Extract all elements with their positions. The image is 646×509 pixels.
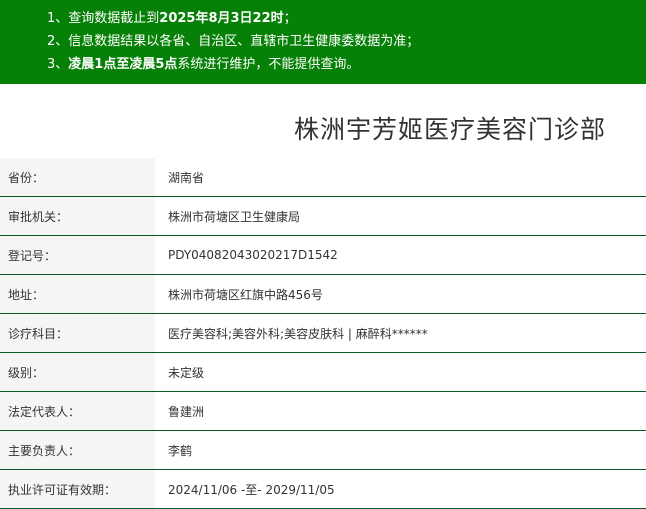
row-label: 审批机关： <box>0 196 155 236</box>
row-label: 地址： <box>0 274 155 314</box>
row-value: 株洲市荷塘区红旗中路456号 <box>155 274 646 314</box>
row-value: 湖南省 <box>155 158 646 197</box>
row-value: 未定级 <box>155 352 646 392</box>
notice-line-3-suffix: 系统进行维护，不能提供查询。 <box>177 57 360 72</box>
table-row-license-validity: 执业许可证有效期： 2024/11/06 -至- 2029/11/05 <box>0 469 646 509</box>
notice-line-1-prefix: 1、查询数据截止到 <box>47 11 160 26</box>
table-row-legal-representative: 法定代表人： 鲁建洲 <box>0 391 646 431</box>
row-value: PDY04082043020217D1542 <box>155 235 646 275</box>
table-row-principal: 主要负责人： 李鹤 <box>0 430 646 470</box>
row-value: 株洲市荷塘区卫生健康局 <box>155 196 646 236</box>
page-title: 株洲宇芳姬医疗美容门诊部 <box>293 115 606 144</box>
row-label: 主要负责人： <box>0 430 155 470</box>
row-label: 执业许可证有效期： <box>0 469 155 509</box>
table-row-province: 省份： 湖南省 <box>0 158 646 197</box>
table-row-departments: 诊疗科目： 医疗美容科;美容外科;美容皮肤科 | 麻醉科****** <box>0 313 646 353</box>
notice-line-3-prefix: 3、 <box>47 57 69 72</box>
notice-line-2: 2、信息数据结果以各省、自治区、直辖市卫生健康委数据为准； <box>47 34 420 49</box>
notice-line-1: 1、查询数据截止到2025年8月3日22时； <box>47 7 646 30</box>
notice-data-cutoff: 2025年8月3日22时 <box>159 11 284 26</box>
row-value: 2024/11/06 -至- 2029/11/05 <box>155 469 646 509</box>
notice-banner: 1、查询数据截止到2025年8月3日22时； 2、信息数据结果以各省、自治区、直… <box>0 0 646 84</box>
table-row-address: 地址： 株洲市荷塘区红旗中路456号 <box>0 274 646 314</box>
row-label: 法定代表人： <box>0 391 155 431</box>
row-label: 级别： <box>0 352 155 392</box>
notice-maintenance-window: 凌晨1点至凌晨5点 <box>68 57 178 72</box>
row-label: 登记号： <box>0 235 155 275</box>
table-row-approval-authority: 审批机关： 株洲市荷塘区卫生健康局 <box>0 196 646 236</box>
institution-info-table: 省份： 湖南省 审批机关： 株洲市荷塘区卫生健康局 登记号： PDY040820… <box>0 158 646 509</box>
table-row-registration-number: 登记号： PDY04082043020217D1542 <box>0 235 646 275</box>
row-value: 医疗美容科;美容外科;美容皮肤科 | 麻醉科****** <box>155 313 646 353</box>
row-label: 省份： <box>0 158 155 197</box>
notice-line-3: 3、凌晨1点至凌晨5点系统进行维护，不能提供查询。 <box>47 53 646 76</box>
notice-line-1-suffix: ； <box>283 11 297 26</box>
title-row: 株洲宇芳姬医疗美容门诊部 <box>0 84 646 158</box>
row-value: 李鹤 <box>155 430 646 470</box>
table-row-level: 级别： 未定级 <box>0 352 646 392</box>
row-value: 鲁建洲 <box>155 391 646 431</box>
row-label: 诊疗科目： <box>0 313 155 353</box>
